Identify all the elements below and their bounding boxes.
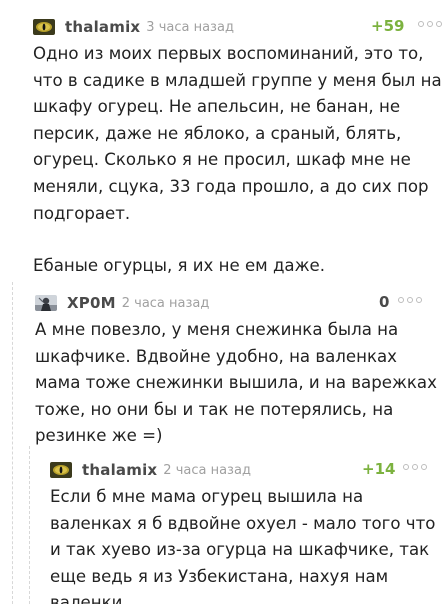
comment-body: А мне повезло, у меня снежинка была на ш…	[35, 317, 445, 450]
comment-text: Если б мне мама огурец вышила на валенка…	[50, 487, 436, 604]
comment-time[interactable]: 3 часа назад	[146, 20, 234, 35]
comment-reply: thalamix 2 часа назад +14 Если б мне мам…	[50, 459, 444, 604]
comment-time[interactable]: 2 часа назад	[163, 463, 251, 478]
comment-rating: +59	[371, 17, 405, 35]
comment-body: Одно из моих первых воспоминаний, это то…	[33, 41, 443, 280]
thread-line	[29, 446, 30, 604]
more-options-icon[interactable]	[398, 297, 422, 303]
comment: thalamix 3 часа назад +59 Одно из моих п…	[33, 16, 443, 280]
more-options-icon[interactable]	[403, 464, 427, 470]
username[interactable]: thalamix	[65, 18, 140, 36]
comment-header: thalamix 2 часа назад +14	[50, 459, 444, 481]
cat-eye-avatar-icon[interactable]	[50, 462, 72, 478]
comment-text: Одно из моих первых воспоминаний, это то…	[33, 44, 442, 223]
thread-line	[12, 282, 13, 604]
username[interactable]: XP0M	[67, 294, 116, 312]
comment-header: XP0M 2 часа назад 0	[35, 292, 445, 314]
comment-text: А мне повезло, у меня снежинка была на ш…	[35, 320, 437, 446]
more-options-icon[interactable]	[418, 21, 442, 27]
comment-header: thalamix 3 часа назад +59	[33, 16, 443, 38]
comment-text: Ебаные огурцы, я их не ем даже.	[33, 256, 326, 276]
username[interactable]: thalamix	[82, 461, 157, 479]
comment-body: Если б мне мама огурец вышила на валенка…	[50, 484, 444, 604]
comment-time[interactable]: 2 часа назад	[122, 296, 210, 311]
character-avatar-icon[interactable]	[35, 295, 57, 311]
comment-rating: 0	[379, 293, 390, 311]
comment-reply: XP0M 2 часа назад 0 А мне повезло, у мен…	[35, 292, 445, 450]
comment-rating: +14	[362, 460, 396, 478]
cat-eye-avatar-icon[interactable]	[33, 19, 55, 35]
